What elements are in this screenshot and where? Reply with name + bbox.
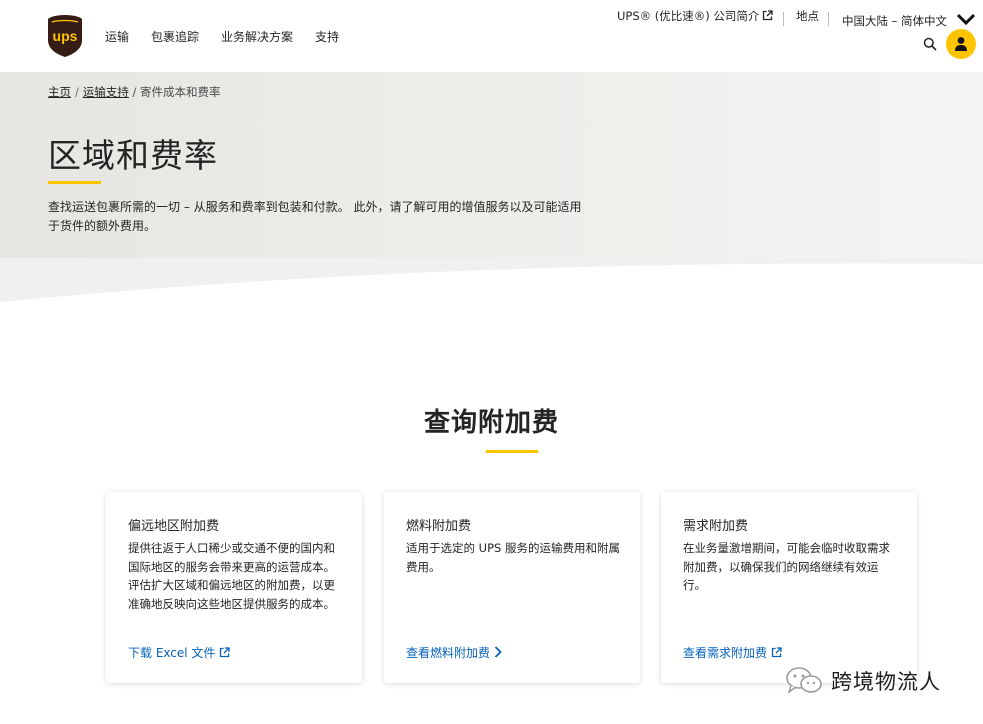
about-ups-link[interactable]: UPS® (优比速®) 公司简介	[617, 8, 774, 24]
locations-link[interactable]: 地点	[796, 8, 819, 24]
view-demand-surcharge-link[interactable]: 查看需求附加费	[683, 644, 782, 661]
watermark: 跨境物流人	[785, 664, 941, 698]
breadcrumb: 主页 / 运输支持 / 寄件成本和费率	[48, 84, 221, 100]
util-divider	[828, 12, 829, 26]
download-excel-link[interactable]: 下载 Excel 文件	[128, 644, 231, 661]
util-divider	[783, 12, 784, 26]
logo-text: ups	[53, 28, 78, 44]
main-nav: 运输 包裹追踪 业务解决方案 支持	[105, 28, 361, 45]
nav-business-solutions[interactable]: 业务解决方案	[221, 28, 293, 45]
surcharge-card-remote-area: 偏远地区附加费 提供往返于人口稀少或交通不便的国内和国际地区的服务会带来更高的运…	[106, 492, 362, 683]
wechat-icon	[786, 667, 822, 694]
title-accent-rule	[48, 181, 101, 184]
surcharge-card-demand: 需求附加费 在业务量激增期间，可能会临时收取需求附加费，以确保我们的网络继续有效…	[661, 492, 917, 683]
chevron-right-icon	[494, 646, 502, 658]
surcharge-card-fuel: 燃料附加费 适用于选定的 UPS 服务的运输费用和附属费用。 查看燃料附加费	[384, 492, 640, 683]
breadcrumb-shipping-support[interactable]: 运输支持	[83, 85, 129, 99]
card-title: 燃料附加费	[406, 519, 472, 534]
nav-tracking[interactable]: 包裹追踪	[151, 28, 199, 45]
external-link-icon	[763, 10, 774, 21]
card-description: 提供往返于人口稀少或交通不便的国内和国际地区的服务会带来更高的运营成本。 评估扩…	[128, 541, 335, 611]
breadcrumb-home[interactable]: 主页	[48, 85, 71, 99]
page-title: 区域和费率	[48, 136, 218, 175]
site-header: ups 运输 包裹追踪 业务解决方案 支持 UPS® (优比速®) 公司简介 地…	[0, 0, 983, 72]
nav-shipping[interactable]: 运输	[105, 28, 129, 45]
card-link-label: 下载 Excel 文件	[128, 646, 216, 660]
language-selector[interactable]: 中国大陆 – 简体中文	[842, 13, 947, 29]
hero-description: 查找运送包裹所需的一切 – 从服务和费率到包装和付款。 此外，请了解可用的增值服…	[48, 200, 582, 233]
view-fuel-surcharge-link[interactable]: 查看燃料附加费	[406, 644, 502, 661]
watermark-text: 跨境物流人	[831, 670, 941, 694]
card-link-label: 查看需求附加费	[683, 646, 768, 660]
section-title: 查询附加费	[423, 408, 559, 438]
search-icon[interactable]	[923, 37, 937, 51]
card-description: 适用于选定的 UPS 服务的运输费用和附属费用。	[406, 541, 620, 574]
nav-support[interactable]: 支持	[315, 28, 339, 45]
card-link-label: 查看燃料附加费	[406, 646, 491, 660]
card-title: 需求附加费	[683, 519, 749, 534]
account-button[interactable]	[946, 29, 976, 59]
hero-wave-divider	[0, 258, 983, 308]
user-icon	[955, 37, 967, 51]
ups-logo[interactable]: ups	[46, 14, 84, 58]
card-description: 在业务量激增期间，可能会临时收取需求附加费，以确保我们的网络继续有效运行。	[683, 541, 890, 592]
external-link-icon	[220, 647, 231, 658]
card-title: 偏远地区附加费	[128, 519, 220, 534]
section-accent-rule	[486, 450, 538, 453]
about-ups-label: UPS® (优比速®) 公司简介	[617, 9, 760, 23]
breadcrumb-separator: /	[75, 85, 79, 99]
chevron-down-icon[interactable]	[956, 12, 976, 26]
external-link-icon	[771, 647, 782, 658]
breadcrumb-current: / 寄件成本和费率	[132, 85, 221, 99]
